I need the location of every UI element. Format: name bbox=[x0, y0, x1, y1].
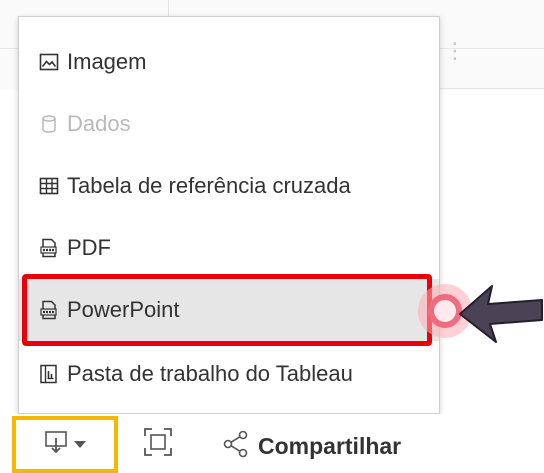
background-divider bbox=[440, 88, 544, 89]
fit-screen-button[interactable] bbox=[140, 426, 176, 462]
menu-item-label: Imagem bbox=[67, 49, 147, 74]
download-icon bbox=[44, 430, 68, 459]
menu-item-label: PDF bbox=[67, 235, 111, 260]
image-icon bbox=[39, 52, 59, 72]
ppt-file-icon bbox=[39, 300, 59, 320]
fit-screen-icon bbox=[143, 427, 173, 462]
pointer-arrow-icon bbox=[458, 280, 544, 365]
menu-item-label: Pasta de trabalho do Tableau bbox=[67, 361, 353, 386]
pdf-file-icon bbox=[39, 238, 59, 258]
menu-item-label: Dados bbox=[67, 111, 131, 136]
more-options-icon: ⋮ bbox=[444, 38, 466, 63]
download-button[interactable] bbox=[12, 416, 118, 473]
app-screen: ⋮ Imagem Dados Tabela de referência cruz… bbox=[0, 0, 544, 473]
menu-item-data: Dados bbox=[19, 93, 439, 155]
click-marker-center bbox=[428, 294, 462, 328]
menu-item-powerpoint[interactable]: PowerPoint bbox=[19, 279, 439, 341]
tableau-workbook-icon bbox=[39, 364, 59, 384]
crosstab-icon bbox=[39, 176, 59, 196]
menu-item-pdf[interactable]: PDF bbox=[19, 217, 439, 279]
menu-item-tableau-workbook[interactable]: Pasta de trabalho do Tableau bbox=[19, 343, 439, 405]
download-menu: Imagem Dados Tabela de referência cruzad… bbox=[18, 16, 440, 414]
database-icon bbox=[39, 114, 59, 134]
menu-item-label: Tabela de referência cruzada bbox=[67, 173, 351, 198]
share-icon bbox=[222, 430, 250, 463]
menu-item-crosstab[interactable]: Tabela de referência cruzada bbox=[19, 155, 439, 217]
menu-item-label: PowerPoint bbox=[67, 297, 180, 322]
share-button[interactable]: Compartilhar bbox=[222, 426, 401, 466]
menu-item-image[interactable]: Imagem bbox=[19, 31, 439, 93]
chevron-down-icon bbox=[74, 436, 86, 454]
share-label: Compartilhar bbox=[258, 432, 402, 459]
